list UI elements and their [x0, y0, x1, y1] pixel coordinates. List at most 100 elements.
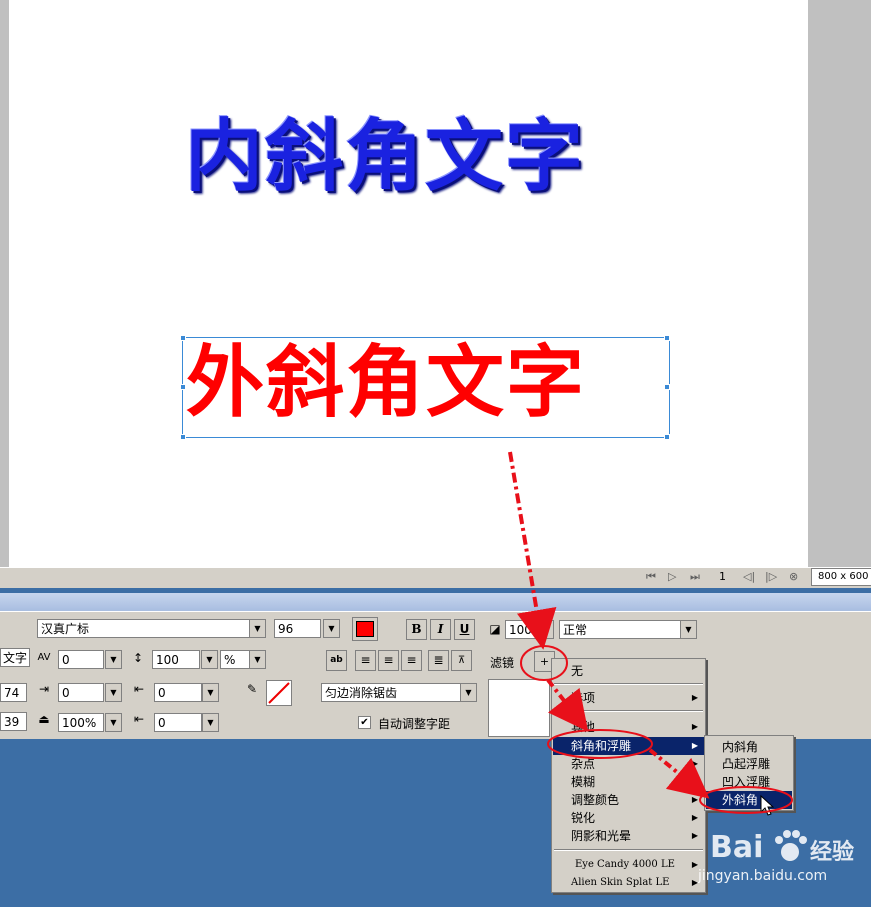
indent-field[interactable]: 0: [58, 683, 104, 702]
text-color-swatch: [356, 621, 374, 637]
submenu-arrow-icon: ▶: [691, 693, 698, 702]
inner-bevel-text[interactable]: 内斜角文字: [185, 118, 585, 196]
submenu-item-outer-bevel[interactable]: 外斜角: [706, 791, 792, 809]
selection-handle[interactable]: [180, 335, 186, 341]
auto-kern-label: 自动调整字距: [378, 717, 451, 731]
horizontal-scale-field[interactable]: 100%: [58, 713, 104, 732]
leading-icon: ↕: [132, 651, 144, 665]
play-icon[interactable]: ▷: [668, 570, 676, 583]
italic-button[interactable]: I: [430, 619, 451, 640]
align-justify-button[interactable]: ≣: [428, 650, 449, 671]
menu-item-options[interactable]: 选项 ▶: [553, 689, 704, 707]
kerning-field[interactable]: 0: [58, 650, 104, 669]
menu-item-blur[interactable]: 模糊 ▶: [553, 773, 704, 791]
leading-dropdown[interactable]: ▼: [201, 650, 218, 669]
last-frame-icon[interactable]: ⏭: [690, 570, 700, 584]
submenu-arrow-icon: ▶: [691, 722, 698, 731]
selection-box: [182, 337, 670, 438]
canvas-size-display: 800 x 600: [811, 568, 871, 586]
space-before-field[interactable]: 0: [154, 683, 202, 702]
selection-handle[interactable]: [180, 384, 186, 390]
next-frame-icon[interactable]: |▷: [765, 570, 777, 583]
watermark-url: jingyan.baidu.com: [698, 868, 828, 884]
properties-titlebar: [0, 593, 871, 611]
document-canvas[interactable]: [9, 0, 808, 567]
no-stroke-icon: [268, 682, 290, 704]
menu-item-sharpen[interactable]: 锐化 ▶: [553, 809, 704, 827]
text-color-picker[interactable]: [352, 617, 378, 641]
left-field-2[interactable]: 39: [0, 712, 27, 731]
menu-item-none[interactable]: 无: [553, 662, 704, 680]
font-name-dropdown[interactable]: ▼: [249, 619, 266, 638]
menu-item-noise[interactable]: 杂点 ▶: [553, 755, 704, 773]
indent-icon: ⇥: [38, 682, 50, 696]
watermark-logo: Bai: [710, 830, 764, 865]
text-tool-label: 文字: [0, 648, 31, 667]
submenu-item-inner-bevel[interactable]: 内斜角: [706, 738, 792, 756]
first-frame-icon[interactable]: ⏮: [646, 570, 656, 584]
space-before-dropdown[interactable]: ▼: [202, 683, 219, 702]
indent-dropdown[interactable]: ▼: [105, 683, 122, 702]
menu-separator: [554, 683, 703, 685]
opacity-field[interactable]: 100: [505, 620, 537, 639]
font-size-dropdown[interactable]: ▼: [323, 619, 340, 638]
submenu-item-raised-emboss[interactable]: 凸起浮雕: [706, 755, 792, 773]
status-bar: [0, 567, 871, 589]
antialias-field[interactable]: 匀边消除锯齿: [321, 683, 461, 702]
selection-handle[interactable]: [180, 434, 186, 440]
submenu-item-inset-emboss[interactable]: 凹入浮雕: [706, 773, 792, 791]
filter-menu: 无 选项 ▶ 其他 ▶ 斜角和浮雕 ▶ 杂点 ▶ 模糊 ▶ 调整颜色 ▶ 锐化 ▶ 阴影和光晕…: [551, 658, 706, 893]
pencil-icon: ✎: [246, 682, 258, 696]
blend-mode-field[interactable]: 正常: [559, 620, 681, 639]
menu-separator: [554, 710, 703, 712]
space-after-field[interactable]: 0: [154, 713, 202, 732]
antialias-dropdown[interactable]: ▼: [460, 683, 477, 702]
filters-label: 滤镜: [490, 656, 515, 670]
stop-icon[interactable]: ⊗: [789, 570, 798, 583]
horizontal-scale-dropdown[interactable]: ▼: [105, 713, 122, 732]
horizontal-scale-icon: ⏏: [38, 712, 50, 726]
blend-mode-dropdown[interactable]: ▼: [680, 620, 697, 639]
menu-item-alien-skin[interactable]: Alien Skin Splat LE ▶: [553, 874, 704, 892]
baidu-watermark: Bai 经验 jingyan.baidu.com: [698, 812, 870, 892]
submenu-arrow-icon: ▶: [691, 741, 698, 750]
menu-item-adjust-color[interactable]: 调整颜色 ▶: [553, 791, 704, 809]
text-direction-button[interactable]: ab: [326, 650, 347, 671]
leading-field[interactable]: 100: [152, 650, 200, 669]
underline-button[interactable]: U: [454, 619, 475, 640]
left-field-1[interactable]: 74: [0, 683, 27, 702]
align-stretch-button[interactable]: ⊼: [451, 650, 472, 671]
menu-item-other[interactable]: 其他 ▶: [553, 718, 704, 736]
font-size-field[interactable]: 96: [274, 619, 321, 638]
filters-list[interactable]: [488, 679, 550, 737]
prev-frame-icon[interactable]: ◁|: [743, 570, 755, 583]
selection-handle[interactable]: [664, 384, 670, 390]
font-name-field[interactable]: 汉真广标: [37, 619, 250, 638]
selection-handle[interactable]: [664, 335, 670, 341]
kerning-icon: AV: [37, 652, 51, 663]
align-center-button[interactable]: ≡: [378, 650, 399, 671]
space-after-icon: ⇤: [133, 712, 145, 726]
menu-item-shadow-glow[interactable]: 阴影和光晕 ▶: [553, 827, 704, 845]
submenu-arrow-icon: ▶: [691, 831, 698, 840]
opacity-dropdown[interactable]: ▼: [537, 620, 554, 639]
paw-icon: [775, 830, 807, 861]
space-after-dropdown[interactable]: ▼: [202, 713, 219, 732]
submenu-arrow-icon: ▶: [691, 777, 698, 786]
leading-unit-dropdown[interactable]: ▼: [249, 650, 266, 669]
menu-item-bevel-emboss[interactable]: 斜角和浮雕 ▶: [553, 737, 704, 755]
bevel-submenu: 内斜角 凸起浮雕 凹入浮雕 外斜角: [704, 735, 794, 811]
auto-kern-checkbox[interactable]: ✔: [358, 716, 371, 729]
menu-separator: [554, 849, 703, 851]
leading-unit-field[interactable]: %: [220, 650, 250, 669]
space-before-icon: ⇤: [133, 682, 145, 696]
watermark-suffix: 经验: [810, 840, 855, 865]
align-left-button[interactable]: ≡: [355, 650, 376, 671]
align-right-button[interactable]: ≡: [401, 650, 422, 671]
frame-number: 1: [719, 570, 726, 583]
menu-item-eye-candy[interactable]: Eye Candy 4000 LE ▶: [553, 856, 704, 874]
bold-button[interactable]: B: [406, 619, 427, 640]
stroke-color-picker[interactable]: [266, 680, 292, 706]
kerning-dropdown[interactable]: ▼: [105, 650, 122, 669]
selection-handle[interactable]: [664, 434, 670, 440]
